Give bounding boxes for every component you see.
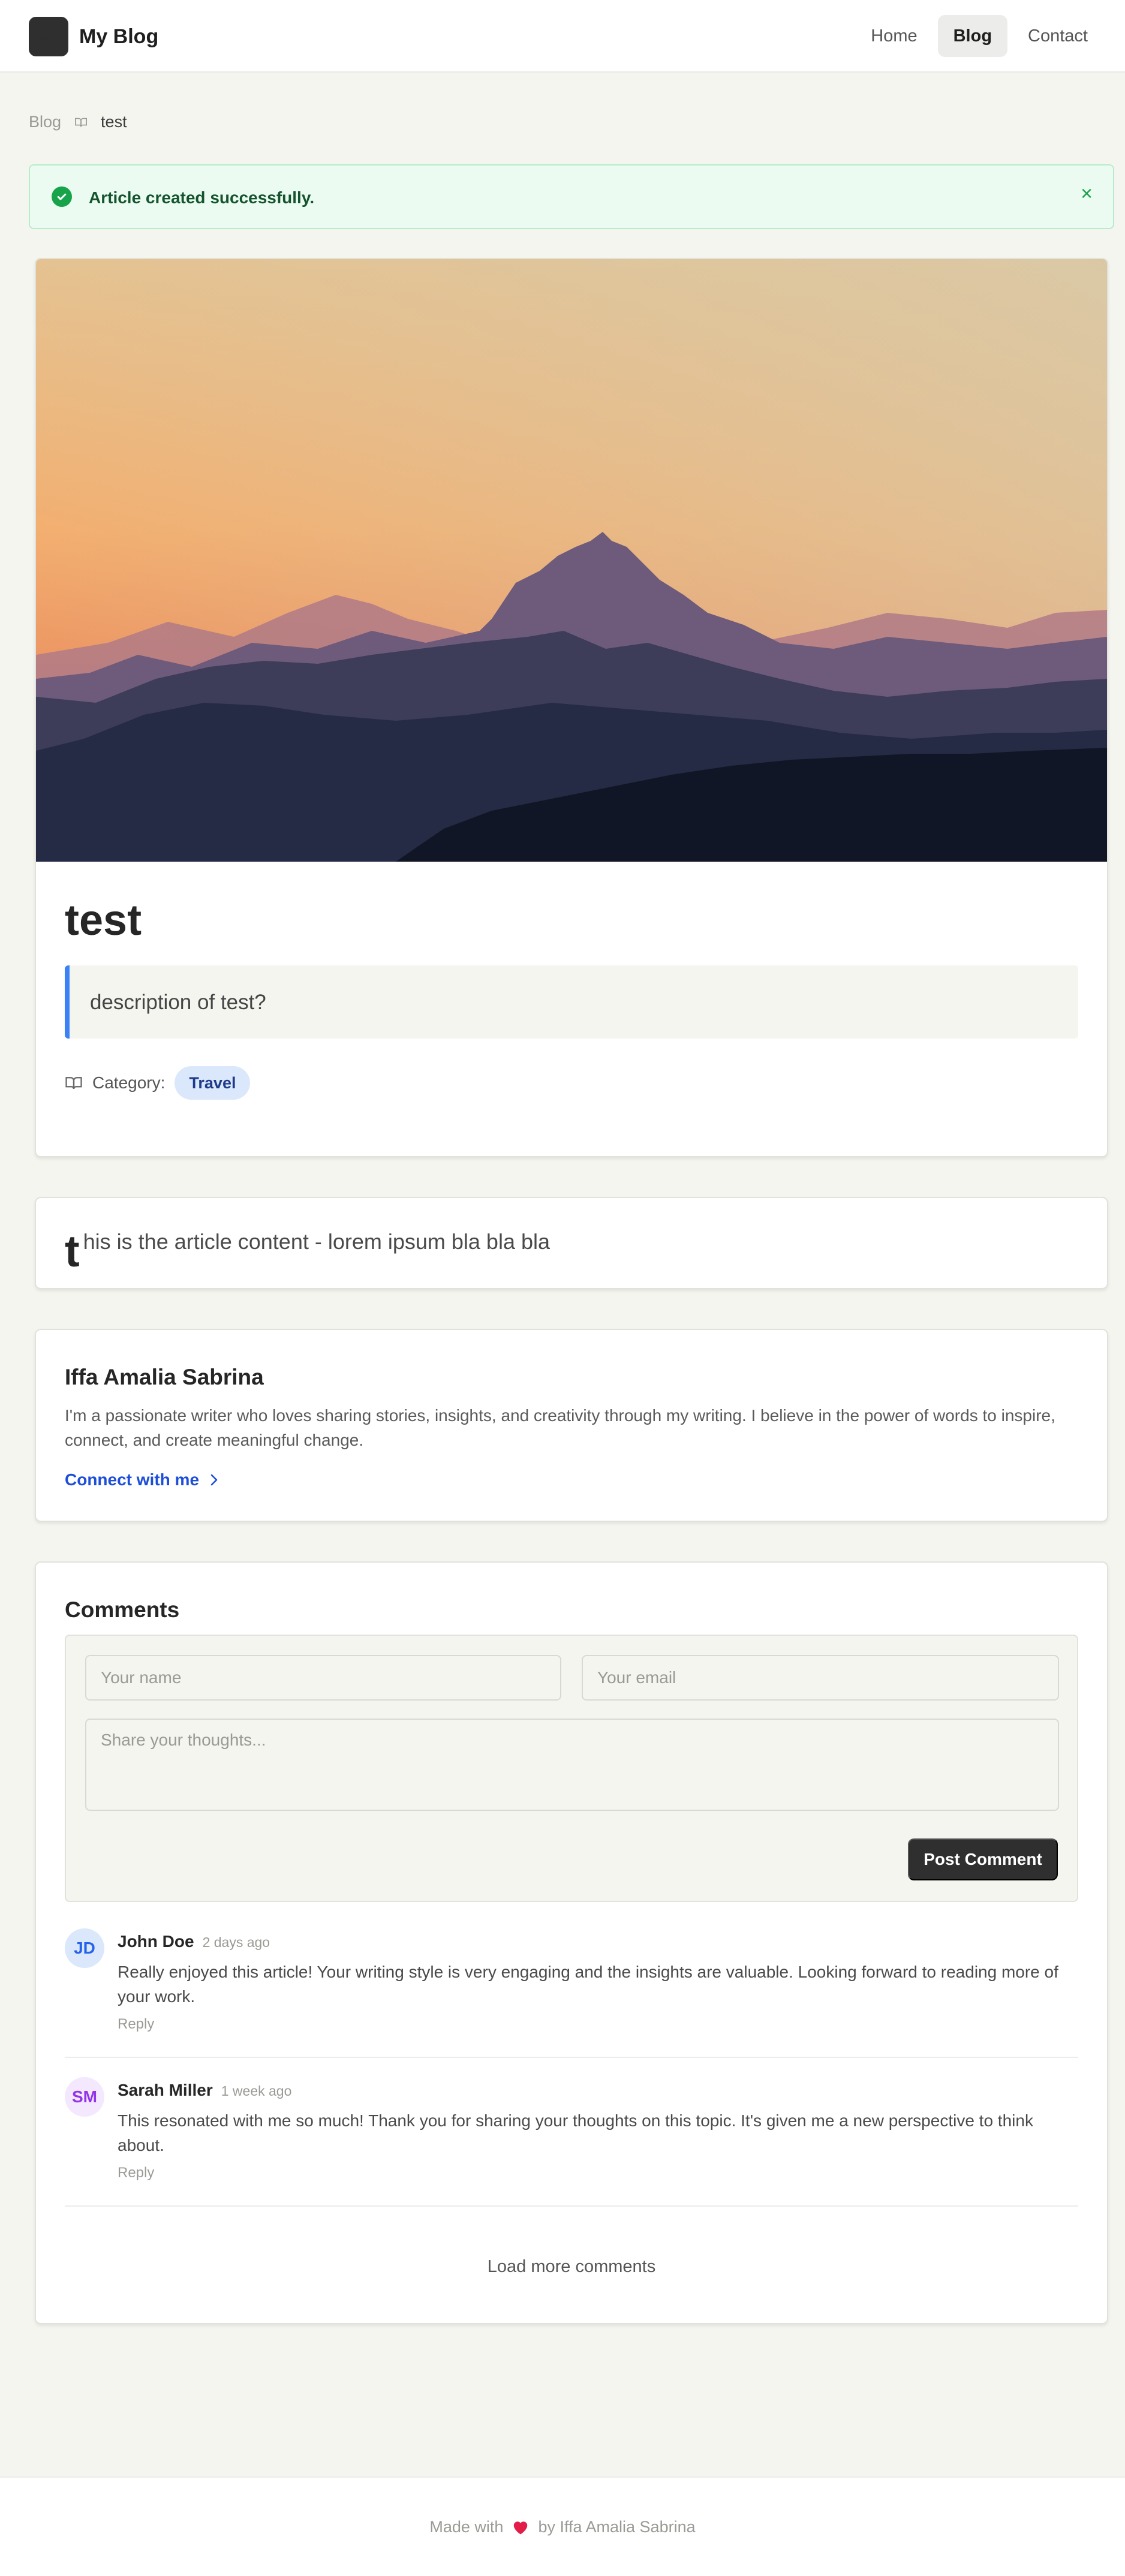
author-card: Iffa Amalia Sabrina I'm a passionate wri… [35,1329,1108,1522]
footer-text-after: by Iffa Amalia Sabrina [538,2517,696,2536]
connect-link-label: Connect with me [65,1470,200,1489]
nav-blog[interactable]: Blog [937,15,1008,57]
category-tag[interactable]: Travel [175,1066,251,1100]
comment-author-name: John Doe [118,1932,194,1951]
author-name: Iffa Amalia Sabrina [65,1365,264,1389]
avatar: JD [65,1928,104,1968]
comment-author: John Doe 2 days ago [118,1932,270,1951]
comment-body: This resonated with me so much! Thank yo… [118,2111,1033,2154]
breadcrumb-blog-link[interactable]: Blog [29,113,61,131]
footer-text-before: Made with [429,2517,504,2536]
comments-title: Comments [65,1597,180,1622]
success-alert: Article created successfully. × [29,164,1114,229]
chevron-right-icon [210,1474,218,1486]
article-content-card: t his is the article content - lorem ips… [35,1197,1108,1289]
brand[interactable]: ✍ My Blog [29,17,158,56]
comment-author-name: Sarah Miller [118,2081,213,2099]
breadcrumb: Blog test [29,113,127,131]
comment-body: Really enjoyed this article! Your writin… [118,1963,1058,2006]
article-header-card: test description of test? Category: Trav… [35,258,1108,1157]
author-bio: I'm a passionate writer who loves sharin… [65,1406,1055,1449]
footer: Made with by Iffa Amalia Sabrina [0,2476,1125,2576]
alert-message: Article created successfully. [89,188,315,207]
book-open-icon [75,118,88,127]
comments-card: Comments Your name Your email Share your… [35,1561,1108,2324]
connect-link[interactable]: Connect with me [65,1470,219,1489]
comment-form: Your name Your email Share your thoughts… [65,1635,1078,1902]
divider [65,2205,1078,2207]
load-more-comments-button[interactable]: Load more comments [65,2257,1078,2277]
avatar: SM [65,2077,104,2117]
book-open-icon [65,1077,82,1090]
article-description: description of test? [65,965,1078,1039]
breadcrumb-current: test [101,113,127,131]
description-text: description of test? [90,991,266,1014]
nav-contact[interactable]: Contact [1012,15,1103,57]
comment-time: 2 days ago [202,1934,270,1950]
comment-textarea[interactable]: Share your thoughts... [85,1719,1059,1811]
comment-author: Sarah Miller 1 week ago [118,2081,291,2100]
article-body-text: his is the article content - lorem ipsum… [83,1229,551,1254]
reply-link[interactable]: Reply [118,2016,154,2033]
category-row: Category: Travel [65,1066,251,1100]
comment-time: 1 week ago [221,2083,292,2099]
article-title: test [65,896,142,944]
category-label: Category: [92,1073,166,1092]
article-content: t his is the article content - lorem ips… [65,1226,550,1274]
heart-icon [514,2521,528,2535]
name-input[interactable]: Your name [85,1655,561,1701]
reply-link[interactable]: Reply [118,2165,154,2181]
post-comment-button[interactable]: Post Comment [908,1838,1058,1880]
nav-home[interactable]: Home [855,15,933,57]
email-input[interactable]: Your email [582,1655,1059,1701]
brand-name: My Blog [79,25,159,48]
check-circle-icon [52,186,72,207]
main-nav: Home Blog Contact [850,15,1103,57]
mountain-sunset-image [36,259,1107,862]
writing-hand-icon: ✍ [29,17,68,56]
close-icon[interactable]: × [1081,183,1093,204]
top-navbar: ✍ My Blog Home Blog Contact [0,0,1125,73]
divider [65,2057,1078,2058]
drop-cap: t [65,1226,80,1276]
